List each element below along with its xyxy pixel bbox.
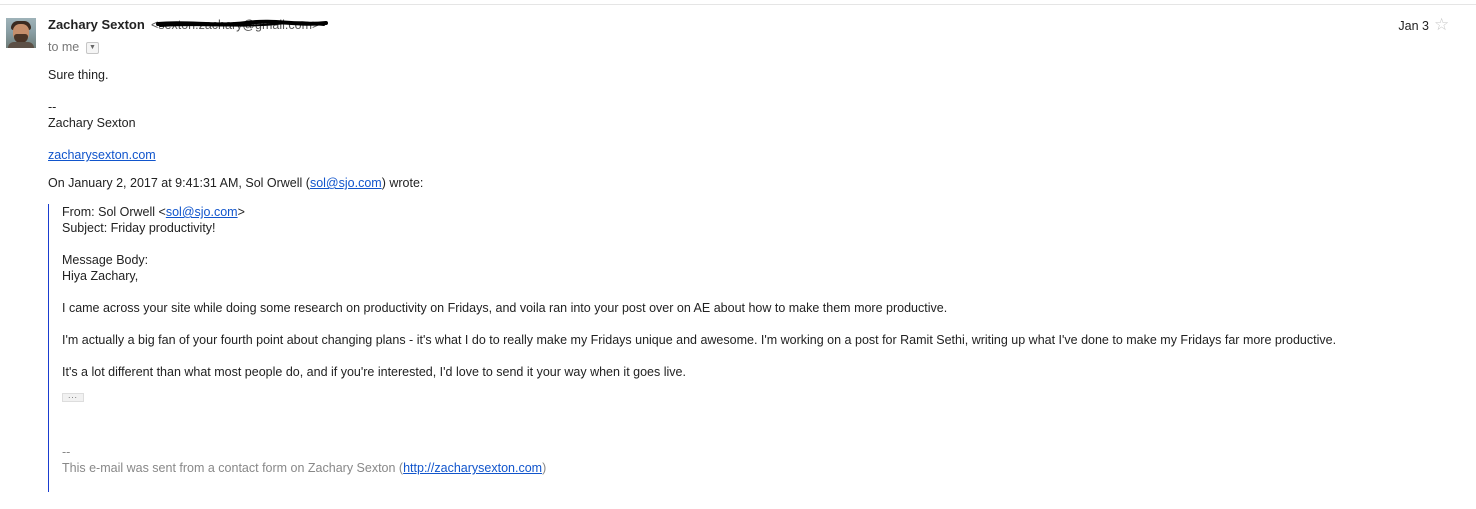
quoted-body-label: Message Body:	[62, 253, 149, 267]
star-icon[interactable]: ☆	[1434, 15, 1449, 35]
signature-separator: --	[48, 100, 57, 114]
quote-attribution: On January 2, 2017 at 9:41:31 AM, Sol Or…	[48, 176, 424, 190]
quoted-footer: This e-mail was sent from a contact form…	[62, 461, 547, 475]
quoted-greeting: Hiya Zachary,	[62, 269, 139, 283]
quoted-paragraph: It's a lot different than what most peop…	[62, 365, 686, 379]
footer-site-link[interactable]: http://zacharysexton.com	[403, 461, 542, 475]
footer-separator: --	[62, 445, 71, 459]
quoted-subject: Subject: Friday productivity!	[62, 221, 216, 235]
attribution-email-link[interactable]: sol@sjo.com	[310, 176, 382, 190]
signature-name: Zachary Sexton	[48, 116, 136, 130]
quote-bar	[48, 204, 49, 492]
show-trimmed-content-button[interactable]: ...	[62, 392, 84, 402]
signature-site-link[interactable]: zacharysexton.com	[48, 148, 156, 162]
quoted-from-email-link[interactable]: sol@sjo.com	[166, 205, 238, 219]
message-date[interactable]: Jan 3	[1398, 19, 1429, 33]
sender-avatar[interactable]	[6, 18, 36, 48]
quoted-from: From: Sol Orwell <sol@sjo.com>	[62, 205, 245, 219]
quoted-paragraph: I came across your site while doing some…	[62, 301, 948, 315]
show-details-dropdown-icon[interactable]: ▼	[86, 42, 99, 54]
sender-name[interactable]: Zachary Sexton	[48, 17, 145, 32]
reply-body: Sure thing.	[48, 68, 109, 82]
redaction-scribble	[156, 19, 328, 27]
header-divider	[0, 4, 1476, 5]
recipient-label: to me	[48, 40, 80, 54]
signature-site: zacharysexton.com	[48, 147, 156, 163]
quoted-paragraph: I'm actually a big fan of your fourth po…	[62, 333, 1337, 347]
